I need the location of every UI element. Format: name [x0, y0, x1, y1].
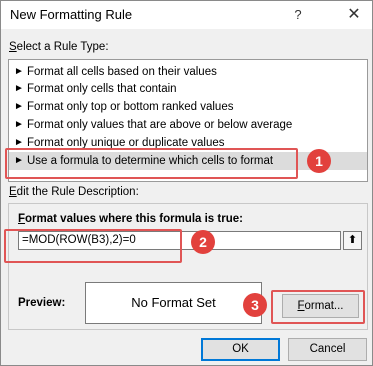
rule-type-item[interactable]: ► Format all cells based on their values: [9, 64, 367, 80]
cancel-button[interactable]: Cancel: [288, 338, 367, 361]
title-bar: New Formatting Rule ? ✕: [1, 1, 372, 29]
rule-type-item[interactable]: ► Format only values that are above or b…: [9, 117, 367, 133]
arrow-right-icon: ►: [14, 101, 24, 112]
description-section-label: Edit the Rule Description:: [9, 186, 139, 198]
preview-box: No Format Set: [85, 282, 262, 324]
rule-type-section-label: Select a Rule Type:: [9, 41, 109, 53]
callout-highlight-1: [5, 148, 298, 179]
arrow-right-icon: ►: [14, 66, 24, 77]
callout-badge-3: 3: [243, 293, 267, 317]
ok-button[interactable]: OK: [201, 338, 280, 361]
arrow-right-icon: ►: [14, 119, 24, 130]
formula-label: Format values where this formula is true…: [18, 213, 243, 225]
new-formatting-rule-dialog: New Formatting Rule ? ✕ Select a Rule Ty…: [0, 0, 373, 366]
callout-highlight-3: [271, 290, 365, 324]
rule-type-item[interactable]: ► Format only top or bottom ranked value…: [9, 99, 367, 115]
close-icon[interactable]: ✕: [336, 1, 372, 29]
dialog-title: New Formatting Rule: [10, 7, 133, 22]
callout-badge-1: 1: [307, 149, 331, 173]
callout-highlight-2: [4, 229, 182, 263]
arrow-right-icon: ►: [14, 83, 24, 94]
help-button[interactable]: ?: [280, 1, 316, 29]
collapse-dialog-icon[interactable]: ⬆: [343, 231, 362, 250]
callout-badge-2: 2: [191, 230, 215, 254]
rule-type-item[interactable]: ► Format only cells that contain: [9, 81, 367, 97]
preview-label: Preview:: [18, 297, 66, 309]
